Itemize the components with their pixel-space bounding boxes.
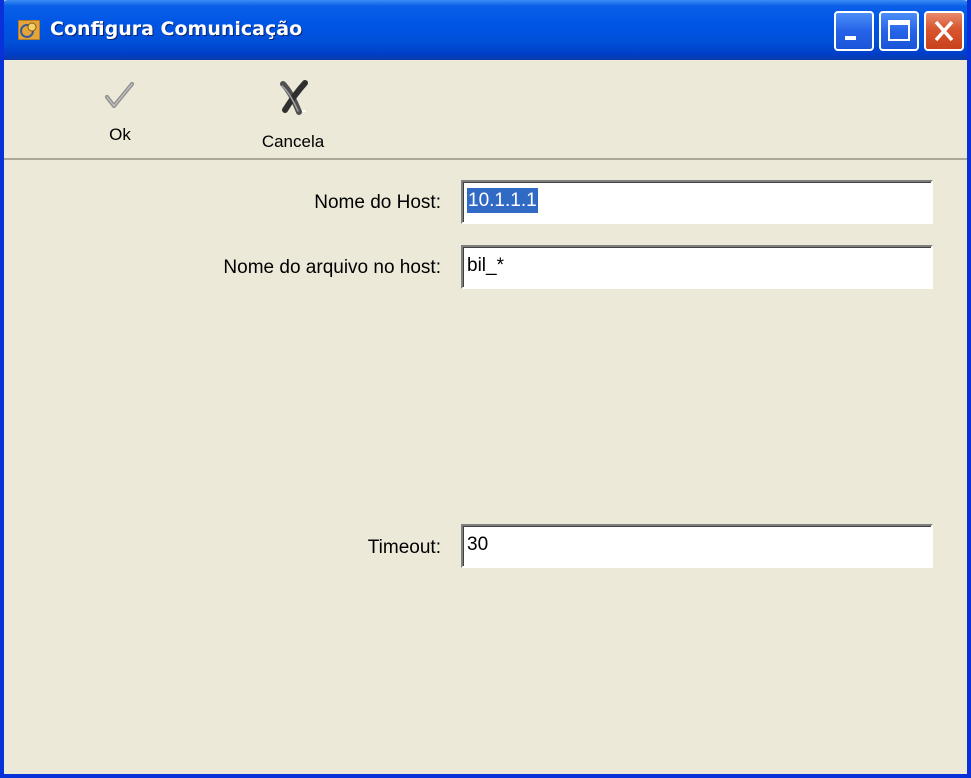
- x-cancel-icon: [280, 80, 308, 115]
- app-icon: [18, 20, 40, 40]
- title-bar[interactable]: Configura Comunicação: [4, 0, 967, 60]
- cancel-label: Cancela: [261, 132, 325, 151]
- file-value: bil_*: [467, 255, 504, 276]
- window-title: Configura Comunicação: [50, 18, 303, 40]
- timeout-value: 30: [467, 534, 489, 555]
- close-button[interactable]: [924, 11, 964, 51]
- file-field[interactable]: bil_*: [461, 245, 933, 289]
- close-icon: [934, 20, 954, 42]
- file-label: Nome do arquivo no host:: [223, 257, 441, 278]
- host-value: 10.1.1.1: [467, 188, 538, 213]
- ok-button[interactable]: Ok: [100, 80, 140, 144]
- ok-label: Ok: [109, 125, 131, 144]
- minimize-button[interactable]: [834, 11, 874, 51]
- maximize-icon: [888, 20, 910, 41]
- timeout-field[interactable]: 30: [461, 524, 933, 568]
- dialog-window: Configura Comunicação Ok Cancela Nome do…: [0, 0, 971, 778]
- timeout-label: Timeout:: [367, 537, 441, 558]
- toolbar: Ok Cancela: [4, 60, 967, 160]
- minimize-icon: [845, 36, 856, 40]
- host-field[interactable]: 10.1.1.1: [461, 180, 933, 224]
- cancel-button[interactable]: Cancela: [245, 80, 341, 151]
- checkmark-icon: [105, 82, 134, 108]
- maximize-button[interactable]: [879, 11, 919, 51]
- host-label: Nome do Host:: [314, 192, 441, 213]
